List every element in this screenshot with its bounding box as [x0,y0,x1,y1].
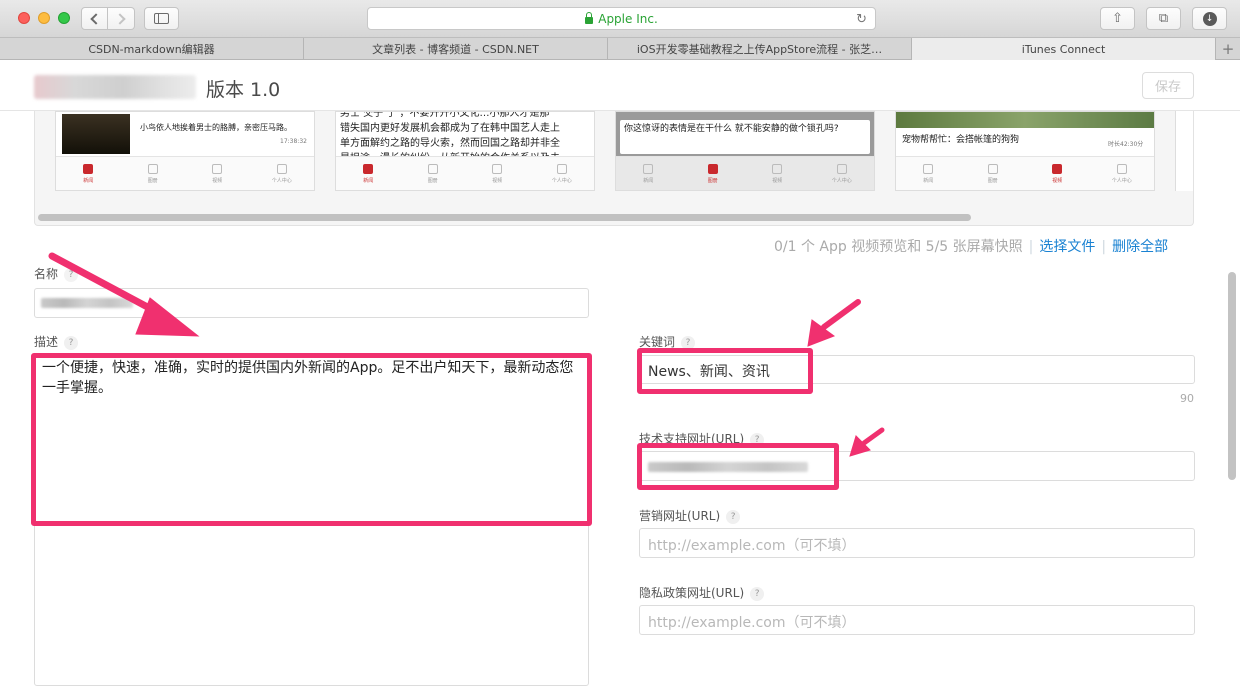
annotation-arrows [48,252,885,457]
arrow-to-keywords-icon [821,299,861,330]
arrow-to-support-url-icon [861,427,885,446]
